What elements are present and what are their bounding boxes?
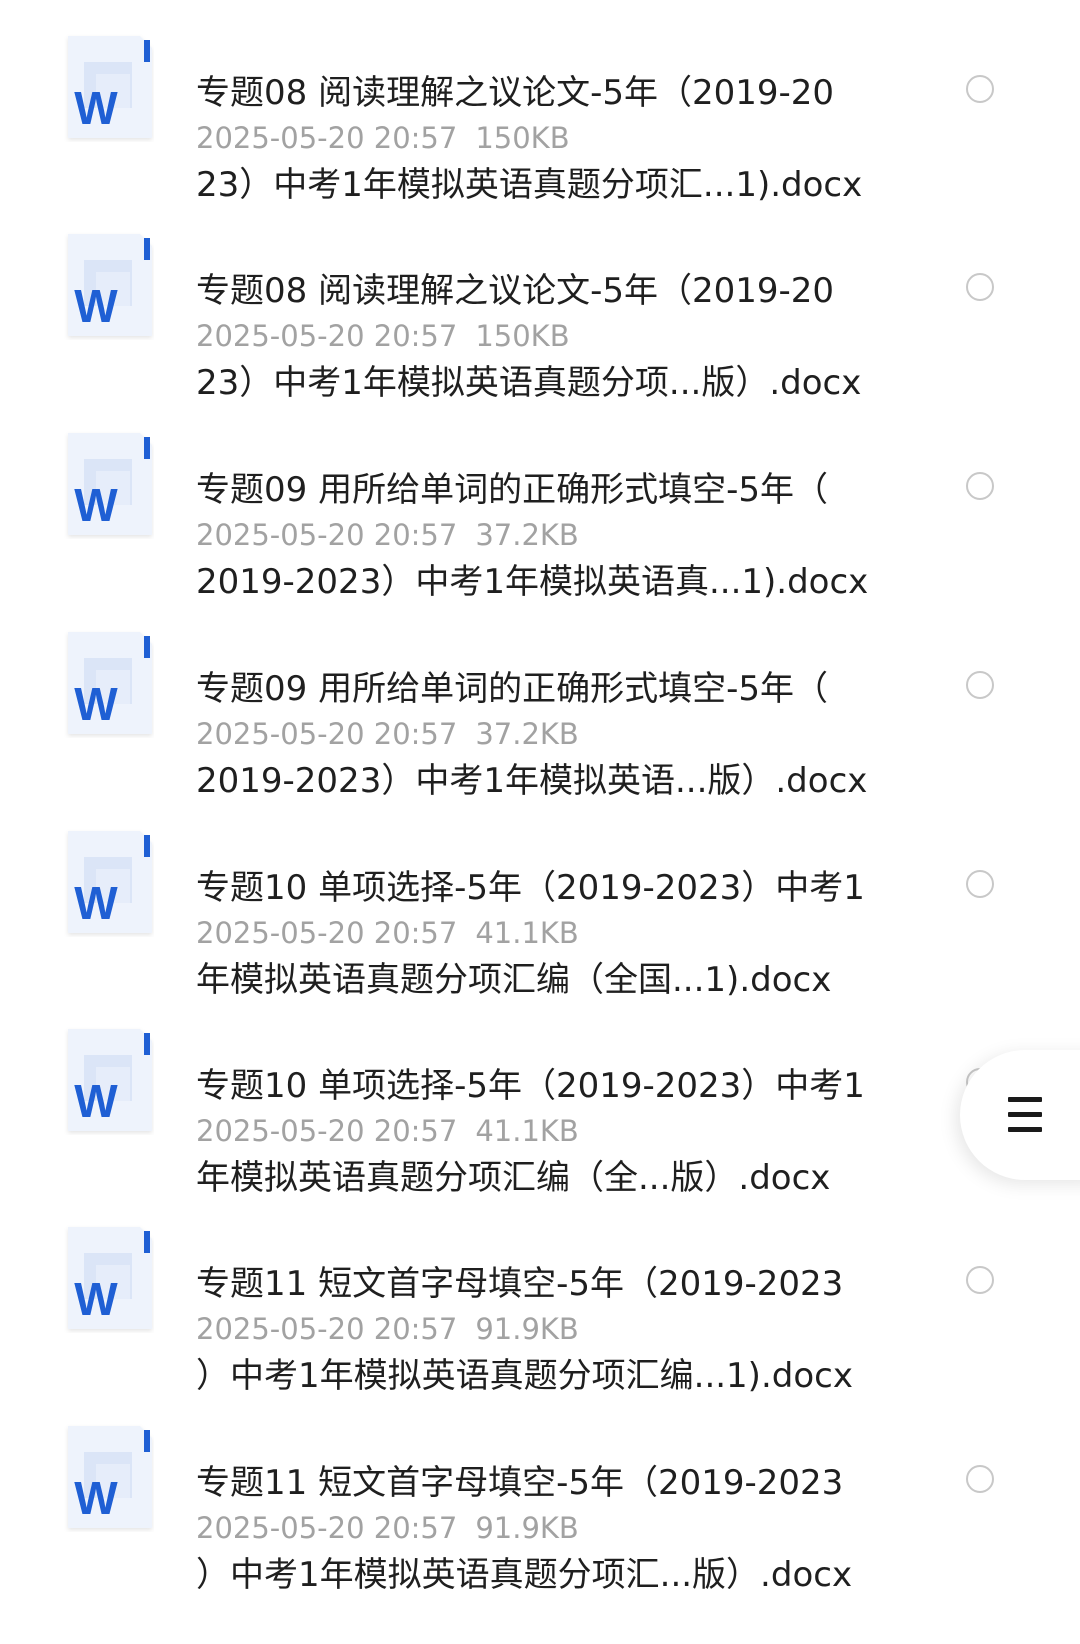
word-doc-icon: W [62, 1424, 154, 1532]
word-doc-icon: W [62, 232, 154, 340]
file-row[interactable]: W 专题08 阅读理解之议论文-5年（2019-20 23）中考1年模拟英语真题… [0, 0, 1080, 205]
file-meta: 2025-05-20 20:57 37.2KB [196, 716, 579, 752]
svg-text:W: W [74, 678, 118, 730]
menu-icon [1008, 1097, 1042, 1133]
file-size: 150KB [475, 319, 570, 353]
svg-text:W: W [74, 877, 118, 929]
file-meta: 2025-05-20 20:57 91.9KB [196, 1311, 579, 1347]
file-meta: 2025-05-20 20:57 41.1KB [196, 915, 579, 951]
select-radio[interactable] [966, 75, 994, 103]
file-date: 2025-05-20 20:57 [196, 319, 458, 353]
svg-text:W: W [74, 479, 118, 531]
select-radio[interactable] [966, 870, 994, 898]
file-meta: 2025-05-20 20:57 91.9KB [196, 1510, 579, 1546]
svg-text:W: W [74, 1472, 118, 1524]
file-meta: 2025-05-20 20:57 37.2KB [196, 517, 579, 553]
file-size: 91.9KB [475, 1511, 579, 1545]
file-name-line: 专题10 单项选择-5年（2019-2023）中考1 [196, 868, 865, 908]
file-size: 41.1KB [475, 916, 579, 950]
file-meta: 2025-05-20 20:57 150KB [196, 120, 570, 156]
file-size: 37.2KB [475, 717, 579, 751]
select-radio[interactable] [966, 472, 994, 500]
svg-text:W: W [74, 82, 118, 134]
word-doc-icon: W [62, 34, 154, 142]
file-row[interactable]: W 专题11 短文首字母填空-5年（2019-2023 ）中考1年模拟英语真题分… [0, 1191, 1080, 1396]
svg-text:W: W [74, 1273, 118, 1325]
file-meta: 2025-05-20 20:57 150KB [196, 318, 570, 354]
file-name-line: 专题09 用所给单词的正确形式填空-5年（ [196, 470, 828, 510]
file-row[interactable]: W 专题10 单项选择-5年（2019-2023）中考1 年模拟英语真题分项汇编… [0, 795, 1080, 1000]
file-row[interactable]: W 专题08 阅读理解之议论文-5年（2019-20 23）中考1年模拟英语真题… [0, 198, 1080, 403]
file-size: 150KB [475, 121, 570, 155]
file-row[interactable]: W 专题09 用所给单词的正确形式填空-5年（ 2019-2023）中考1年模拟… [0, 397, 1080, 602]
file-date: 2025-05-20 20:57 [196, 121, 458, 155]
file-row[interactable]: W 专题10 单项选择-5年（2019-2023）中考1 年模拟英语真题分项汇编… [0, 993, 1080, 1198]
word-doc-icon: W [62, 1225, 154, 1333]
select-radio[interactable] [966, 671, 994, 699]
file-name-line: 专题11 短文首字母填空-5年（2019-2023 [196, 1264, 844, 1304]
file-list: W 专题08 阅读理解之议论文-5年（2019-20 23）中考1年模拟英语真题… [0, 0, 1080, 1595]
file-size: 37.2KB [475, 518, 579, 552]
file-date: 2025-05-20 20:57 [196, 916, 458, 950]
file-name-line: 专题08 阅读理解之议论文-5年（2019-20 [196, 73, 835, 113]
floating-menu-button[interactable] [960, 1050, 1080, 1180]
word-doc-icon: W [62, 431, 154, 539]
file-row[interactable]: W 专题09 用所给单词的正确形式填空-5年（ 2019-2023）中考1年模拟… [0, 596, 1080, 801]
select-radio[interactable] [966, 1266, 994, 1294]
file-name-line: 专题09 用所给单词的正确形式填空-5年（ [196, 669, 828, 709]
file-size: 41.1KB [475, 1114, 579, 1148]
file-date: 2025-05-20 20:57 [196, 1114, 458, 1148]
file-row[interactable]: W 专题11 短文首字母填空-5年（2019-2023 ）中考1年模拟英语真题分… [0, 1390, 1080, 1595]
file-date: 2025-05-20 20:57 [196, 518, 458, 552]
word-doc-icon: W [62, 829, 154, 937]
file-name-line: 专题10 单项选择-5年（2019-2023）中考1 [196, 1066, 865, 1106]
select-radio[interactable] [966, 273, 994, 301]
file-name-line: 专题11 短文首字母填空-5年（2019-2023 [196, 1463, 844, 1503]
file-name-line: ）中考1年模拟英语真题分项汇...版）.docx [196, 1555, 853, 1595]
svg-text:W: W [74, 1075, 118, 1127]
svg-text:W: W [74, 280, 118, 332]
select-radio[interactable] [966, 1465, 994, 1493]
file-date: 2025-05-20 20:57 [196, 1312, 458, 1346]
file-name-line: 专题08 阅读理解之议论文-5年（2019-20 [196, 271, 835, 311]
file-size: 91.9KB [475, 1312, 579, 1346]
file-date: 2025-05-20 20:57 [196, 717, 458, 751]
file-meta: 2025-05-20 20:57 41.1KB [196, 1113, 579, 1149]
word-doc-icon: W [62, 1027, 154, 1135]
file-date: 2025-05-20 20:57 [196, 1511, 458, 1545]
word-doc-icon: W [62, 630, 154, 738]
